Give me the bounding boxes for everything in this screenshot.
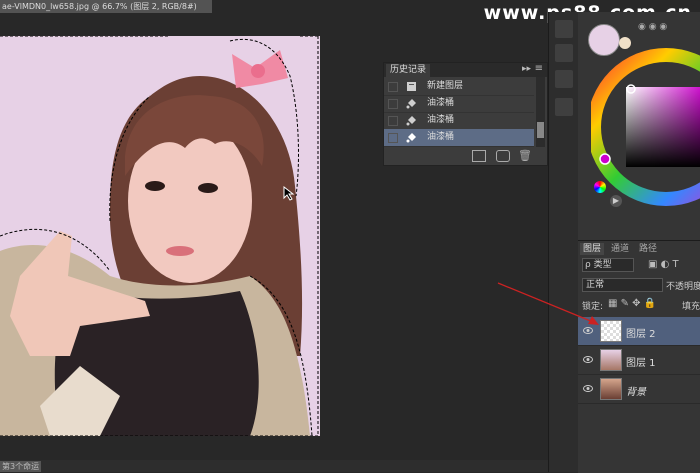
brush-preset-icon[interactable] bbox=[555, 20, 573, 38]
tab-layers[interactable]: 图层 bbox=[580, 243, 605, 255]
trash-icon[interactable]: 🗑 bbox=[518, 149, 532, 162]
history-item-label: 油漆桶 bbox=[427, 132, 455, 142]
eye-icon[interactable] bbox=[583, 384, 593, 393]
filter-icons[interactable]: ▣ ◐ T bbox=[648, 259, 679, 270]
annotation-arrow bbox=[497, 282, 599, 325]
collapse-icon[interactable]: ▸▸ bbox=[522, 64, 531, 74]
history-scrollbar[interactable] bbox=[536, 77, 545, 147]
layer-name: 图层 2 bbox=[626, 329, 656, 340]
selection-outline bbox=[0, 36, 319, 436]
history-item[interactable]: 新建图层 bbox=[384, 78, 534, 96]
snapshot-icon[interactable] bbox=[496, 150, 510, 162]
cursor-icon bbox=[283, 186, 295, 201]
history-tabbar: 历史记录 ▸▸ ≡ bbox=[384, 63, 547, 77]
layer-name: 图层 1 bbox=[626, 358, 656, 369]
history-footer: 🗑 bbox=[384, 147, 547, 165]
paint-bucket-icon bbox=[406, 133, 416, 143]
color-panel: ◉ ◉ ◉ ▶ bbox=[578, 12, 700, 240]
history-panel-icon[interactable] bbox=[555, 70, 573, 88]
opacity-label: 不透明度 bbox=[666, 282, 700, 292]
history-item[interactable]: 油漆桶 bbox=[384, 112, 534, 130]
panel-dock-strip bbox=[548, 12, 579, 472]
history-item-label: 油漆桶 bbox=[427, 115, 455, 125]
history-item-label: 油漆桶 bbox=[427, 98, 455, 108]
layer-thumbnail bbox=[600, 378, 622, 400]
eye-icon[interactable] bbox=[583, 355, 593, 364]
layer-name: 背景 bbox=[626, 387, 646, 398]
tab-paths[interactable]: 路径 bbox=[636, 243, 660, 255]
color-wheel[interactable] bbox=[591, 47, 700, 207]
history-item[interactable]: 油漆桶 bbox=[384, 95, 534, 113]
tab-channels[interactable]: 通道 bbox=[608, 243, 632, 255]
history-panel: 历史记录 ▸▸ ≡ 新建图层 油漆桶 油漆桶 油漆桶 🗑 bbox=[383, 62, 548, 166]
paint-bucket-icon bbox=[406, 99, 416, 109]
history-item-label: 新建图层 bbox=[427, 81, 464, 91]
status-text: 第3个命运 bbox=[0, 461, 42, 472]
brush-icon[interactable] bbox=[555, 44, 573, 62]
document-tab[interactable]: ae-VlMDN0_lw658.jpg @ 66.7% (图层 2, RGB/8… bbox=[0, 0, 212, 13]
color-controls: ◉ ◉ ◉ bbox=[638, 22, 668, 32]
tab-history[interactable]: 历史记录 bbox=[386, 64, 431, 77]
new-document-icon[interactable] bbox=[472, 150, 486, 162]
new-layer-icon bbox=[407, 82, 416, 91]
grid-icon[interactable] bbox=[555, 98, 573, 116]
panel-menu-icon[interactable]: ≡ bbox=[535, 63, 543, 74]
layer-thumbnail bbox=[600, 349, 622, 371]
layer-row-layer1[interactable]: 图层 1 bbox=[578, 346, 700, 375]
history-item-active[interactable]: 油漆桶 bbox=[384, 129, 534, 147]
kind-filter-select[interactable]: ρ 类型 bbox=[582, 258, 634, 272]
layers-panel: 图层 通道 路径 ρ 类型 ▣ ◐ T 正常 不透明度 锁定: ▦ ✎ ✥ 🔒 … bbox=[578, 240, 700, 473]
color-mode-icon[interactable] bbox=[594, 181, 606, 193]
scroll-thumb[interactable] bbox=[537, 122, 544, 138]
fill-label: 填充 bbox=[682, 302, 700, 312]
play-icon[interactable]: ▶ bbox=[610, 195, 622, 207]
layer-row-background[interactable]: 背景 bbox=[578, 375, 700, 404]
status-bar bbox=[0, 460, 548, 472]
lock-icons[interactable]: ▦ ✎ ✥ 🔒 bbox=[608, 298, 656, 309]
paint-bucket-icon bbox=[406, 116, 416, 126]
